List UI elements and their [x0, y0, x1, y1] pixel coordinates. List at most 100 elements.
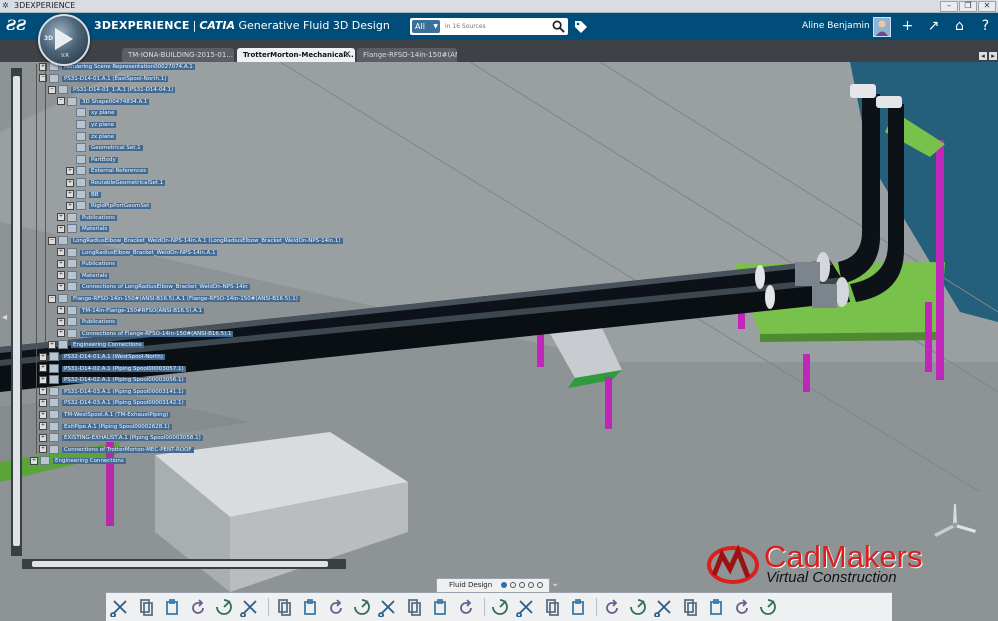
tree-node[interactable]: + Publications [57, 212, 118, 223]
add-button[interactable]: + [899, 17, 916, 35]
tree-node[interactable]: + RoutableGeometricalSet.1 [66, 178, 166, 188]
tree-expander-icon[interactable]: + [39, 410, 47, 419]
tree-node[interactable]: − 3D Shape00474834.A.1 [57, 96, 150, 107]
tree-vertical-scrollbar[interactable] [11, 68, 22, 556]
support-leg[interactable] [925, 302, 932, 372]
tree-expander-icon[interactable]: + [57, 306, 65, 315]
tree-node[interactable]: + Connections of Flange-RFSO-14in-150#(AN… [57, 328, 234, 339]
pager-dot[interactable] [501, 582, 507, 588]
tab-document-2[interactable]: TrotterMorton-Mechanical... ✕ [237, 48, 355, 62]
tree-expander-icon[interactable]: − [48, 294, 56, 303]
spline-icon[interactable] [300, 597, 320, 617]
dassault-logo-icon[interactable]: ƧƧ [6, 16, 30, 36]
tree-node[interactable]: + Materials [57, 224, 110, 234]
tree-expander-icon[interactable]: + [57, 248, 65, 257]
tree-node[interactable]: − LongRadiusElbow_Bracket_WeldOn-NPS-14in… [48, 236, 343, 246]
flange-icon[interactable] [542, 597, 562, 617]
workbench-selector[interactable]: Fluid Design [436, 578, 550, 593]
tree-expander-icon[interactable]: + [66, 201, 74, 210]
tree-node[interactable]: + ExitPipe.A.1 (Piping Spool00002628.1) [39, 421, 172, 432]
tab-document-1[interactable]: TM-IONA-BUILDING-2015-01... [122, 48, 234, 62]
tree-node[interactable]: + Engineering Connections [30, 456, 126, 466]
tree-node[interactable]: + RigidPipPortGeomSet [66, 201, 152, 211]
search-icon[interactable] [552, 20, 565, 33]
tab-scroll-right-icon[interactable]: ▸ [989, 52, 997, 60]
tree-expander-icon[interactable]: + [39, 422, 47, 431]
tree-expander-icon[interactable]: + [57, 259, 65, 268]
connect-icon[interactable] [490, 597, 510, 617]
tree-expander-icon[interactable]: + [39, 352, 47, 361]
hierarchy-icon[interactable] [602, 597, 622, 617]
part-icon[interactable] [378, 597, 398, 617]
update-icon[interactable] [214, 597, 234, 617]
search-scope-dropdown[interactable]: All ▼ [412, 20, 440, 33]
tree-node[interactable]: + TM-14in-Flange-150#RFSO(ANSI-B16.5).A.1 [57, 305, 205, 316]
collapse-panel-icon[interactable]: ◂ [2, 312, 7, 323]
tree-node[interactable]: + PS32-D14-03.A.1 (Piping Spool00003142.1… [39, 398, 186, 408]
tree-node[interactable]: + PS32-D14-02.A.1 (Piping Spool00003056.1… [39, 375, 186, 385]
pager-dot[interactable] [510, 582, 516, 588]
tree-node[interactable]: zx plane [66, 131, 117, 142]
pager-dot[interactable] [537, 582, 543, 588]
branch-icon[interactable] [628, 597, 648, 617]
tree-node[interactable]: + TM-WestSpool.A.1 (TM-ExhaustPiping) [39, 410, 171, 420]
chevron-down-icon[interactable]: ⌄ [551, 578, 559, 589]
list-icon[interactable] [732, 597, 752, 617]
tree-node[interactable]: + Materials [57, 270, 110, 281]
tree-expander-icon[interactable]: + [66, 166, 74, 175]
search-input[interactable] [443, 20, 551, 33]
tree-expander-icon[interactable]: − [48, 85, 56, 94]
tree-expander-icon[interactable]: + [66, 178, 74, 187]
tree-expander-icon[interactable]: + [39, 387, 47, 396]
scroll-thumb[interactable] [32, 561, 328, 567]
tree-horizontal-scrollbar[interactable] [22, 559, 346, 569]
avatar[interactable] [873, 17, 891, 37]
tree-node[interactable]: + PS31-D14-02.A.1 (Piping Spool00003057.1… [39, 363, 186, 374]
pipe-icon[interactable] [326, 597, 346, 617]
minimize-button[interactable]: – [940, 1, 958, 12]
tree-node[interactable]: + PS32-D14-01.A.1 (WestSpool-North) [39, 352, 165, 362]
paste-icon[interactable] [162, 597, 182, 617]
tree-expander-icon[interactable]: + [66, 190, 74, 199]
tab-document-3[interactable]: Flange-RFSO-14in-150#(AN... [357, 48, 457, 62]
scroll-thumb[interactable] [13, 76, 20, 546]
tree-node[interactable]: xy plane [66, 108, 117, 118]
tree-expander-icon[interactable]: + [57, 224, 65, 233]
tree-node[interactable]: + PS31-D14-03.A.1 (Piping Spool00003141.1… [39, 386, 186, 397]
tree-node[interactable]: + Connections of LongRadiusElbow_Bracket_… [57, 282, 250, 292]
tree-expander-icon[interactable]: + [39, 364, 47, 373]
close-icon[interactable]: ✕ [343, 48, 351, 62]
tree-node[interactable]: PartBody [66, 154, 118, 165]
tree-node[interactable]: − PS31-D14-01_1.A.1 (PS31-D14-04.1) [48, 85, 176, 95]
tree-expander-icon[interactable]: − [48, 236, 56, 245]
pipe-flange[interactable] [850, 84, 876, 98]
tree-expander-icon[interactable]: + [39, 445, 47, 454]
tree-expander-icon[interactable]: + [48, 340, 56, 349]
pipe-flange[interactable] [876, 96, 902, 108]
route-icon[interactable] [352, 597, 372, 617]
box-icon[interactable] [274, 597, 294, 617]
tree-icon[interactable] [240, 597, 260, 617]
tag-icon[interactable] [574, 20, 588, 34]
tree-expander-icon[interactable]: + [57, 271, 65, 280]
merge-icon[interactable] [706, 597, 726, 617]
tree-expander-icon[interactable]: + [39, 375, 47, 384]
tree-expander-icon[interactable]: + [57, 282, 65, 291]
tree-expander-icon[interactable]: + [57, 213, 65, 222]
tree-node[interactable]: − PS31-D14-01.A.1 (EastSpool-North.1) [39, 73, 169, 84]
next-icon[interactable] [456, 597, 476, 617]
pipe-flange[interactable] [835, 277, 849, 307]
maximize-button[interactable]: ❐ [959, 1, 977, 12]
tree-node[interactable]: yz plane [66, 120, 117, 130]
spool-icon[interactable] [680, 597, 700, 617]
valve-icon[interactable] [568, 597, 588, 617]
select-icon[interactable] [430, 597, 450, 617]
orientation-axis-icon[interactable] [930, 500, 980, 544]
share-button[interactable]: ↗ [925, 17, 942, 35]
tree-node[interactable]: + EXISTING-EXHAUST.A.1 (Piping Spool00003… [39, 433, 203, 443]
tree-node[interactable]: + LongRadiusElbow_Bracket_WeldOn-NPS-14in… [57, 247, 218, 258]
tree-node[interactable]: + Engineering Connections [48, 340, 144, 350]
tree-node[interactable]: Geometrical Set.1 [66, 143, 143, 153]
tree-node[interactable]: + External References [66, 166, 149, 176]
tree-expander-icon[interactable]: + [39, 398, 47, 407]
